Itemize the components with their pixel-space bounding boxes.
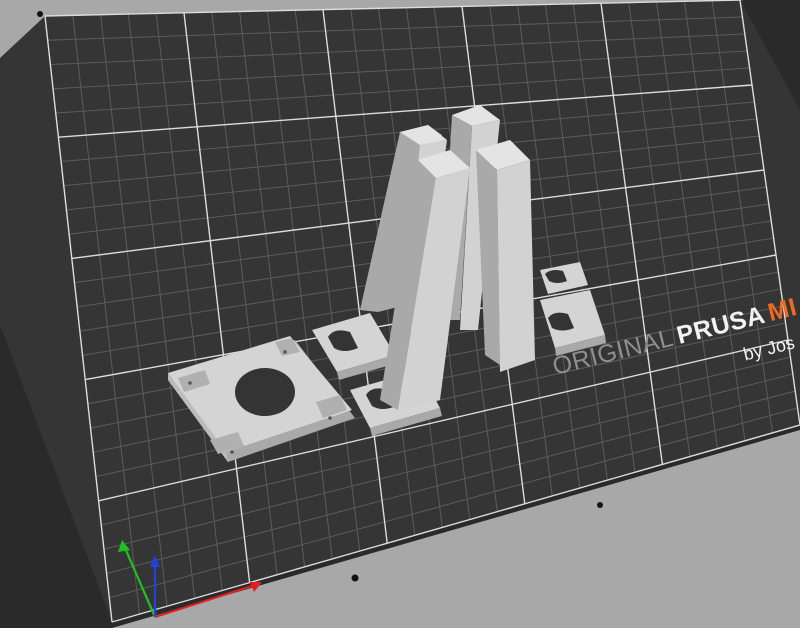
bed-mounting-hole [351,574,359,582]
plate-center-hole [235,368,295,416]
plate-screw-hole [328,416,332,420]
bed-mounting-hole [597,502,603,508]
bed-mounting-hole [37,11,43,17]
model-pillar-front-right[interactable] [476,140,535,372]
plate-screw-hole [188,381,192,385]
plate-screw-hole [283,350,287,354]
scene-canvas[interactable]: ORIGINAL PRUSA MI by Jos [0,0,800,628]
3d-viewport[interactable]: ORIGINAL PRUSA MI by Jos [0,0,800,628]
plate-screw-hole [230,450,234,454]
